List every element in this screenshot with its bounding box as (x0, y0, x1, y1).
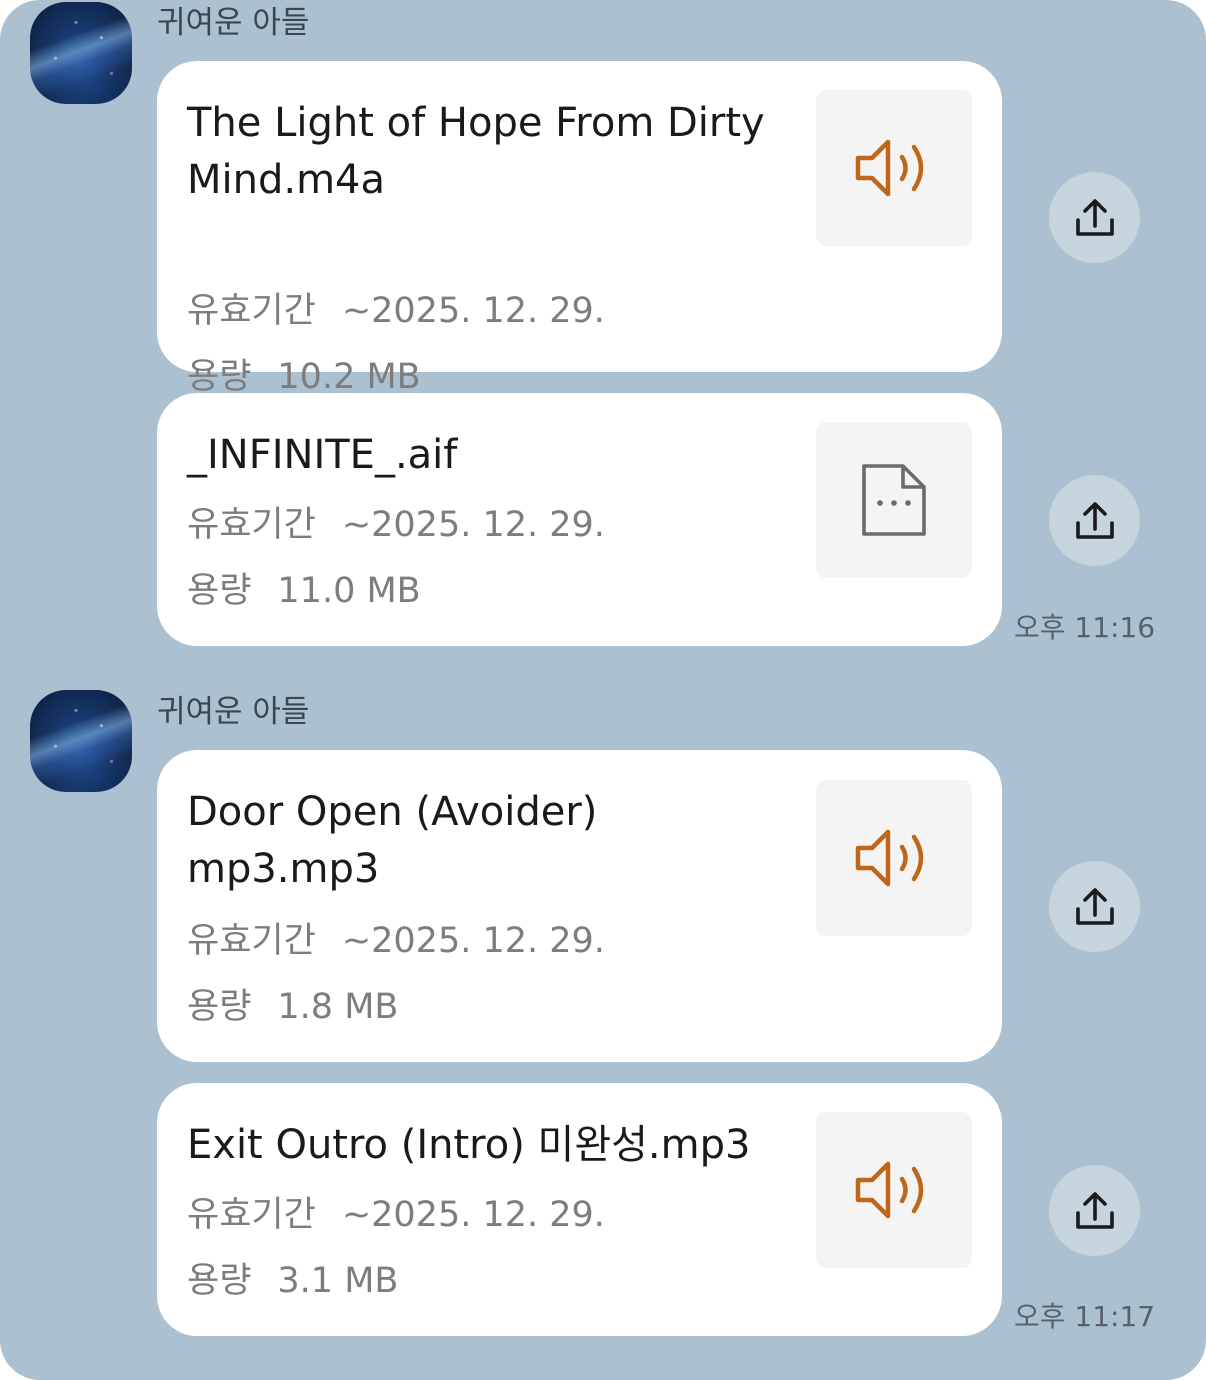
size-value: 3.1 MB (277, 1261, 399, 1301)
size-label: 용량 (187, 357, 252, 397)
file-message-bubble[interactable]: _INFINITE_.aif 유효기간 ~2025. 12. 29. 용량 11.0… (157, 393, 1002, 646)
expiry-value: ~2025. 12. 29. (341, 505, 605, 545)
share-upload-icon (1075, 1191, 1114, 1229)
size-value: 10.2 MB (277, 357, 421, 397)
sender-avatar[interactable] (30, 690, 132, 792)
expiry-value: ~2025. 12. 29. (341, 921, 605, 961)
file-message-bubble[interactable]: Exit Outro (Intro) 미완성.mp3 유효기간 ~2025. 12… (157, 1083, 1002, 1336)
share-button[interactable] (1049, 475, 1140, 566)
share-button[interactable] (1049, 861, 1140, 952)
size-value: 11.0 MB (277, 571, 421, 611)
file-message-bubble[interactable]: The Light of Hope From Dirty Mind.m4a 유효… (157, 61, 1002, 395)
share-upload-icon (1075, 501, 1114, 539)
file-thumbnail[interactable] (816, 422, 972, 578)
message-timestamp: 오후 11:17 (1014, 1300, 1156, 1333)
sender-name: 귀여운 아들 (157, 5, 310, 41)
expiry-label: 유효기간 (187, 505, 316, 545)
size-label: 용량 (187, 987, 252, 1027)
file-icon (862, 464, 926, 536)
file-expiry: 유효기간 ~2025. 12. 29. (187, 1198, 605, 1233)
expiry-value: ~2025. 12. 29. (341, 291, 605, 331)
file-name: _INFINITE_.aif (187, 432, 458, 478)
file-expiry: 유효기간 ~2025. 12. 29. (187, 508, 605, 543)
audio-thumbnail[interactable] (816, 780, 972, 936)
expiry-value: ~2025. 12. 29. (341, 1195, 605, 1235)
speaker-icon (855, 139, 924, 197)
expiry-label: 유효기간 (187, 291, 316, 331)
chat-screen: 귀여운 아들 The Light of Hope From Dirty Mind… (0, 0, 1206, 1380)
expiry-label: 유효기간 (187, 1195, 316, 1235)
file-size: 용량 11.0 MB (187, 574, 421, 609)
speaker-icon (855, 1161, 924, 1219)
file-size: 용량 3.1 MB (187, 1264, 398, 1299)
sender-name: 귀여운 아들 (157, 694, 310, 730)
share-upload-icon (1075, 198, 1114, 236)
file-size: 용량 10.2 MB (187, 360, 421, 395)
message-timestamp: 오후 11:16 (1014, 611, 1156, 644)
speaker-icon (855, 829, 924, 887)
file-expiry: 유효기간 ~2025. 12. 29. (187, 294, 605, 329)
file-size: 용량 1.8 MB (187, 990, 398, 1025)
size-label: 용량 (187, 571, 252, 611)
file-expiry: 유효기간 ~2025. 12. 29. (187, 924, 605, 959)
file-name: The Light of Hope From Dirty Mind.m4a (187, 100, 765, 203)
share-button[interactable] (1049, 172, 1140, 263)
file-message-bubble[interactable]: Door Open (Avoider) mp3.mp3 유효기간 ~2025. 1… (157, 750, 1002, 1062)
expiry-label: 유효기간 (187, 921, 316, 961)
audio-thumbnail[interactable] (816, 90, 972, 246)
sender-avatar[interactable] (30, 2, 132, 104)
share-button[interactable] (1049, 1165, 1140, 1256)
size-value: 1.8 MB (277, 987, 399, 1027)
size-label: 용량 (187, 1261, 252, 1301)
file-name: Door Open (Avoider) mp3.mp3 (187, 789, 598, 892)
share-upload-icon (1075, 887, 1114, 925)
audio-thumbnail[interactable] (816, 1112, 972, 1268)
file-name: Exit Outro (Intro) 미완성.mp3 (187, 1122, 751, 1168)
